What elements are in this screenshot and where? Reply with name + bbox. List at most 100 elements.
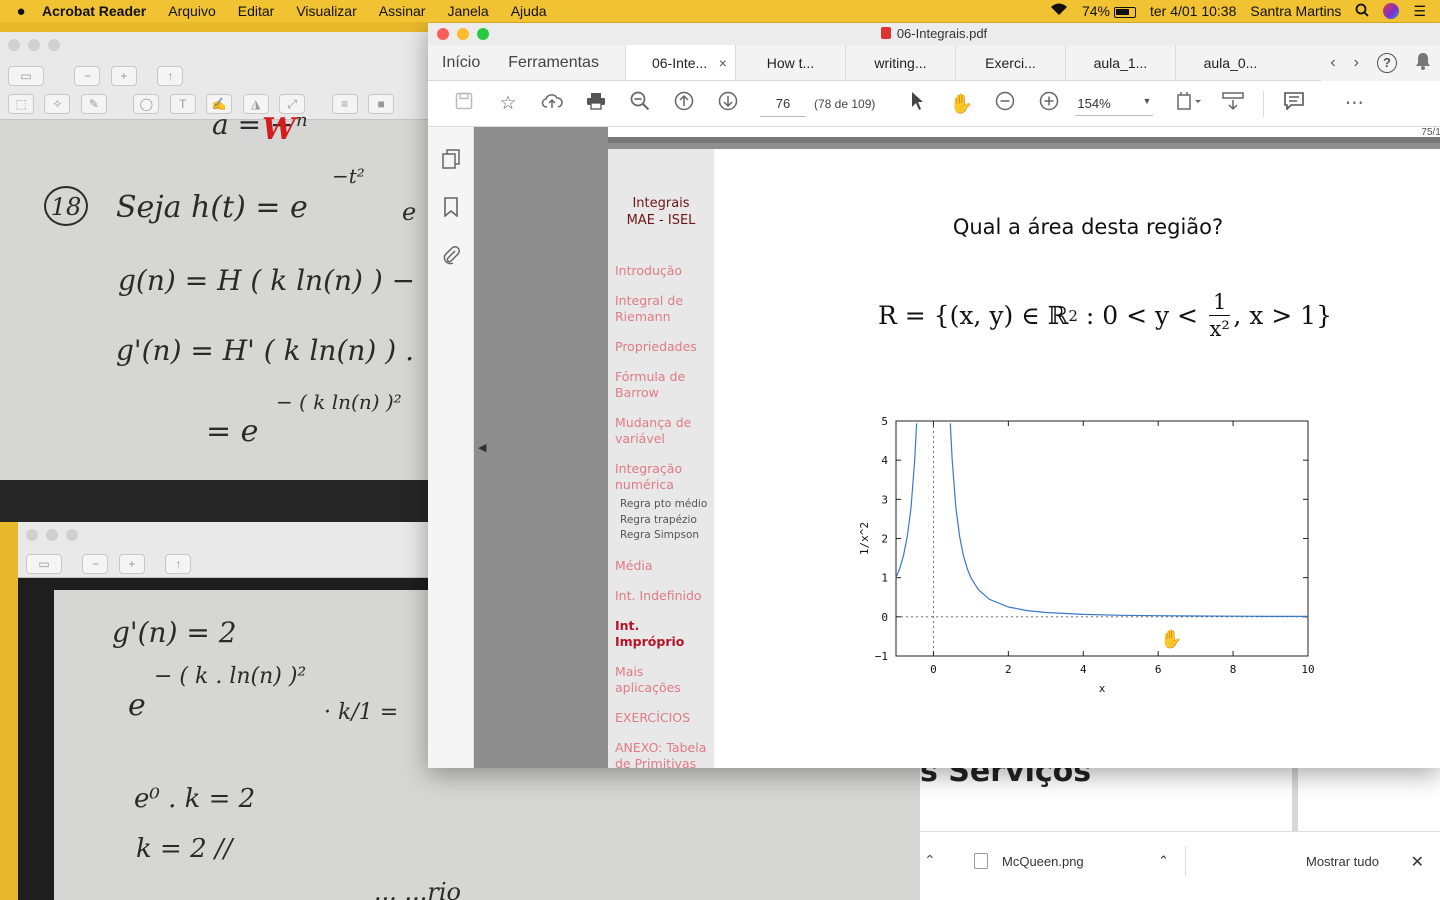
hw-red-w: W: [262, 112, 296, 147]
nav-integracao-numerica[interactable]: Integração numérica: [615, 461, 711, 493]
zoom-in-icon[interactable]: [1027, 91, 1071, 117]
minimize-light-icon[interactable]: [46, 529, 58, 541]
magic-wand-icon[interactable]: ✧: [44, 94, 71, 114]
share-icon[interactable]: ↑: [165, 554, 192, 574]
zoom-in-icon[interactable]: +: [118, 554, 145, 574]
nav-exercicios[interactable]: EXERCÍCIOS: [615, 710, 711, 726]
siri-icon[interactable]: [1383, 3, 1400, 19]
nav-integral-riemann[interactable]: Integral de Riemann: [615, 293, 711, 325]
nav-sub-pto-medio[interactable]: Regra pto médio: [620, 497, 714, 513]
nav-sub-simpson[interactable]: Regra Simpson: [620, 528, 714, 544]
sidebar-toggle-icon[interactable]: ▭: [26, 554, 62, 574]
notification-center-icon[interactable]: ☰: [1413, 3, 1426, 20]
close-light-icon[interactable]: [26, 529, 38, 541]
page-layout-icon[interactable]: [1167, 91, 1211, 117]
zoom-window-icon[interactable]: [477, 28, 489, 40]
line-style-icon[interactable]: ≡: [331, 94, 358, 114]
window-titlebar[interactable]: 06-Integrais.pdf: [428, 23, 1440, 45]
upload-cloud-icon[interactable]: [530, 92, 574, 116]
tab-document-active[interactable]: 06-Inte... ×: [624, 45, 735, 80]
menu-ajuda[interactable]: Ajuda: [511, 3, 547, 19]
nav-propriedades[interactable]: Propriedades: [615, 339, 711, 355]
selection-tool-icon[interactable]: ⬚: [8, 94, 34, 114]
wifi-icon[interactable]: [1050, 3, 1068, 19]
document-viewport[interactable]: ◀ 75/106 Integrais MAE - ISEL Introdução…: [474, 127, 1440, 768]
hw-line: g'(n) = 2: [112, 616, 237, 649]
scroll-mode-icon[interactable]: [1211, 91, 1255, 117]
previous-page-icon[interactable]: [662, 91, 706, 117]
select-cursor-icon[interactable]: [895, 91, 939, 117]
text-tool-icon[interactable]: T: [169, 94, 196, 114]
tab-label: How t...: [766, 55, 815, 71]
menu-assinar[interactable]: Assinar: [379, 3, 426, 19]
minimize-light-icon[interactable]: [28, 39, 40, 51]
shapes-icon[interactable]: ◯: [133, 94, 160, 114]
browser-window-fragment: s Serviços ⌃ McQueen.png ⌃ Mostrar tudo …: [920, 754, 1440, 900]
download-file-name: McQueen.png: [1002, 853, 1084, 869]
star-icon[interactable]: ☆: [486, 92, 530, 115]
zoom-light-icon[interactable]: [66, 529, 78, 541]
minimize-window-icon[interactable]: [457, 28, 469, 40]
nav-int-indefinido[interactable]: Int. Indefinido: [615, 588, 711, 604]
chevron-left-icon[interactable]: ‹: [1330, 54, 1335, 72]
attachment-paperclip-icon[interactable]: [428, 245, 474, 271]
battery-icon[interactable]: [1113, 3, 1136, 19]
nav-anexo[interactable]: ANEXO: Tabela de Primitivas: [615, 740, 711, 769]
sketch-tool-icon[interactable]: ✎: [80, 94, 107, 114]
share-icon[interactable]: ↑: [157, 66, 184, 86]
chevron-right-icon[interactable]: ›: [1354, 54, 1359, 72]
nav-introducao[interactable]: Introdução: [615, 263, 711, 279]
hand-tool-icon[interactable]: ✋: [939, 92, 983, 116]
tab-document[interactable]: writing...: [844, 45, 955, 80]
tab-close-icon[interactable]: ×: [719, 45, 727, 80]
zoom-out-icon[interactable]: [983, 91, 1027, 117]
sidebar-toggle-icon[interactable]: ▭: [8, 66, 44, 86]
menu-janela[interactable]: Janela: [447, 3, 488, 19]
zoom-dropdown[interactable]: 154% ▼: [1075, 92, 1154, 116]
nav-int-improprio-current[interactable]: Int. Impróprio: [615, 618, 711, 650]
tab-document[interactable]: aula_1...: [1064, 45, 1175, 80]
chevron-up-icon[interactable]: ⌃: [1158, 853, 1169, 869]
page-number-input[interactable]: [760, 90, 806, 117]
more-options-icon[interactable]: ⋯: [1332, 92, 1376, 115]
zoom-light-icon[interactable]: [48, 39, 60, 51]
bell-icon[interactable]: [1415, 52, 1431, 75]
help-icon[interactable]: ?: [1377, 53, 1397, 73]
close-window-icon[interactable]: [437, 28, 449, 40]
menu-visualizar[interactable]: Visualizar: [296, 3, 356, 19]
spotlight-search-icon[interactable]: [1355, 3, 1370, 20]
tab-document[interactable]: aula_0...: [1174, 45, 1285, 80]
clock[interactable]: ter 4/01 10:38: [1150, 3, 1236, 19]
apple-menu-icon[interactable]: ●: [0, 3, 42, 20]
nav-mais-aplicacoes[interactable]: Mais aplicações: [615, 664, 711, 696]
menu-app-name[interactable]: Acrobat Reader: [42, 3, 146, 19]
close-downloads-icon[interactable]: ✕: [1411, 852, 1424, 872]
chevron-up-icon[interactable]: ⌃: [924, 852, 936, 869]
nav-mudanca-variavel[interactable]: Mudança de variável: [615, 415, 711, 447]
bookmark-icon[interactable]: [428, 197, 474, 223]
print-icon[interactable]: [574, 92, 618, 116]
border-color-icon[interactable]: ■: [368, 94, 395, 114]
user-name[interactable]: Santra Martins: [1250, 3, 1341, 19]
show-all-button[interactable]: Mostrar tudo: [1306, 854, 1379, 869]
collapse-panel-icon[interactable]: ◀: [478, 441, 486, 454]
menu-arquivo[interactable]: Arquivo: [168, 3, 215, 19]
download-item[interactable]: McQueen.png ⌃: [968, 846, 1186, 876]
tab-home[interactable]: Início: [428, 45, 494, 80]
page-thumbnails-icon[interactable]: [428, 149, 474, 175]
save-icon[interactable]: [442, 92, 486, 116]
comment-icon[interactable]: [1272, 91, 1316, 116]
nav-sub-trapezio[interactable]: Regra trapézio: [620, 513, 714, 529]
nav-media[interactable]: Média: [615, 558, 711, 574]
close-light-icon[interactable]: [8, 39, 20, 51]
nav-formula-barrow[interactable]: Fórmula de Barrow: [615, 369, 711, 401]
tab-document[interactable]: Exerci...: [954, 45, 1065, 80]
tab-tools[interactable]: Ferramentas: [494, 45, 613, 80]
menu-editar[interactable]: Editar: [238, 3, 275, 19]
tab-document[interactable]: How t...: [734, 45, 845, 80]
zoom-in-icon[interactable]: +: [110, 66, 137, 86]
zoom-out-icon[interactable]: −: [82, 554, 109, 574]
next-page-icon[interactable]: [706, 91, 750, 117]
zoom-search-icon[interactable]: [618, 91, 662, 117]
zoom-out-icon[interactable]: −: [74, 66, 101, 86]
